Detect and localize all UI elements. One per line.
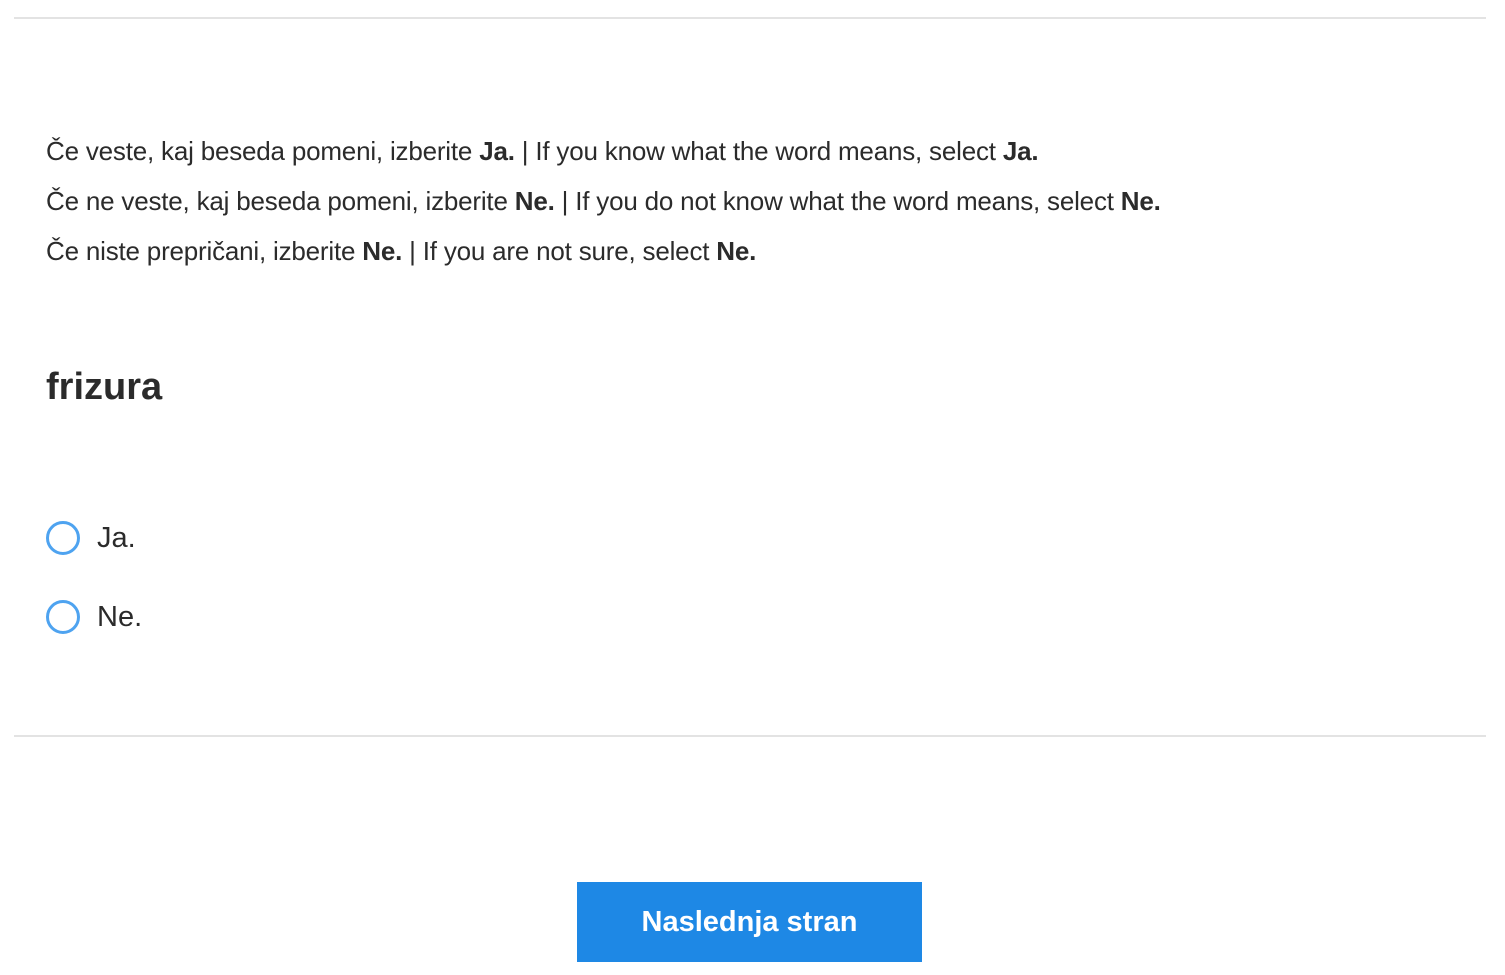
radio-ja[interactable] — [46, 521, 80, 555]
option-ne[interactable]: Ne. — [46, 595, 142, 639]
instructions: Če veste, kaj beseda pomeni, izberite Ja… — [46, 126, 1161, 276]
answer-options: Ja. Ne. — [46, 516, 142, 674]
instruction-line: Če ne veste, kaj beseda pomeni, izberite… — [46, 186, 1161, 216]
bottom-divider — [14, 735, 1486, 737]
option-ja[interactable]: Ja. — [46, 516, 142, 560]
radio-ne[interactable] — [46, 600, 80, 634]
top-divider — [14, 17, 1486, 19]
instruction-line: Če niste prepričani, izberite Ne. | If y… — [46, 236, 757, 266]
question-word: frizura — [46, 366, 163, 408]
option-ja-label[interactable]: Ja. — [97, 522, 136, 555]
survey-page: Če veste, kaj beseda pomeni, izberite Ja… — [0, 0, 1505, 975]
option-ne-label[interactable]: Ne. — [97, 601, 142, 634]
next-page-button[interactable]: Naslednja stran — [577, 882, 922, 962]
instruction-line: Če veste, kaj beseda pomeni, izberite Ja… — [46, 136, 1039, 166]
